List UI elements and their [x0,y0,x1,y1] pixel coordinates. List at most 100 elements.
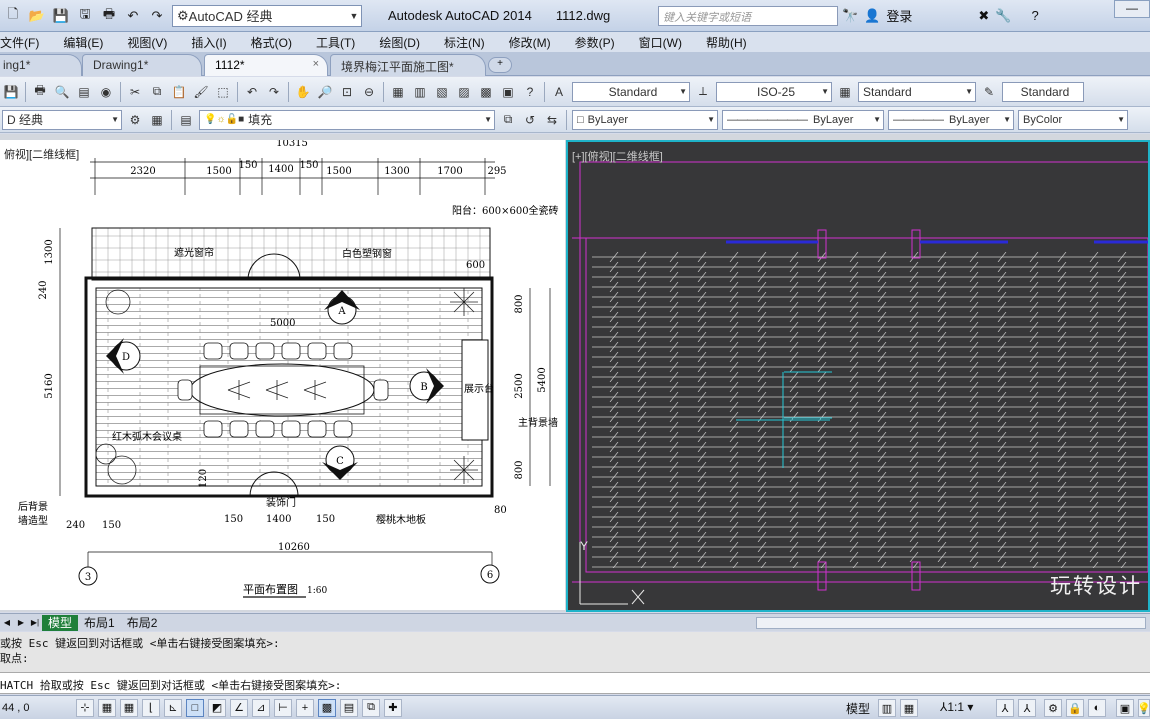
auto-scale-icon[interactable]: ⅄ [1018,699,1036,717]
markup-icon[interactable]: ▩ [476,82,496,102]
tab-1112[interactable]: 1112* × [204,54,328,76]
new-tab-button[interactable]: + [488,57,512,73]
3d-osnap-icon[interactable]: ◩ [208,698,226,717]
menu-tools[interactable]: 工具(T) [300,34,363,51]
dim-style-select[interactable]: ISO-25 ▼ [716,81,832,102]
preview-icon[interactable]: 🔍 [52,82,72,102]
new-file-icon[interactable]: 🗋 [2,5,24,27]
properties-icon[interactable]: ▦ [388,82,408,102]
isolate-objects-icon[interactable]: ◐ [1088,699,1106,717]
paste-icon[interactable]: 📋 [169,82,189,102]
save-as-icon[interactable]: 🖫 [74,5,96,27]
color-select[interactable]: □ ByLayer ▼ [572,109,718,130]
layer-manager-icon[interactable]: ▤ [176,110,196,130]
tab-jingjie[interactable]: 境界梅江平面施工图* [330,54,486,76]
workspace-select[interactable]: ⚙ AutoCAD 经典 ▼ [172,4,362,27]
workspace-switch-icon[interactable]: ⚙ [1044,699,1062,717]
3d-dwf-icon[interactable]: ◉ [96,82,116,102]
copy-icon[interactable]: ⧉ [147,82,167,102]
transparency-icon[interactable]: ▩ [318,698,336,717]
tab-layout2[interactable]: 布局2 [121,615,164,631]
lineweight-select[interactable]: ————— ByLayer ▼ [888,109,1014,130]
first-tab-icon[interactable]: ◀ [0,618,14,627]
undo-icon[interactable]: ↶ [122,5,144,27]
clean-screen-icon[interactable]: ▣ [1116,699,1134,717]
toolbar-lock-icon[interactable]: 🔒 [1066,699,1084,717]
layer-states-icon[interactable]: ▦ [147,110,167,130]
menu-insert[interactable]: 插入(I) [175,34,234,51]
menu-window[interactable]: 窗口(W) [623,34,690,51]
table-style-select[interactable]: Standard ▼ [858,81,976,102]
redo-icon[interactable]: ↷ [146,5,168,27]
menu-help[interactable]: 帮助(H) [690,34,755,51]
make-current-icon[interactable]: ⧉ [498,110,518,130]
ortho-icon[interactable]: ⌊ [142,698,160,717]
design-center-icon[interactable]: ▥ [410,82,430,102]
help-icon[interactable]: ? [520,82,540,102]
match-properties-icon[interactable]: 🖌 [191,82,211,102]
lightbulb-icon[interactable]: 💡 [1137,699,1150,717]
quick-view-drawings-icon[interactable]: ▦ [900,699,918,717]
calculator-icon[interactable]: ▣ [498,82,518,102]
model-space-toggle[interactable]: 模型 [846,700,870,717]
help-button[interactable]: ? [1031,8,1038,23]
minimize-button[interactable]: — [1114,0,1150,18]
save-icon[interactable]: 💾 [1,82,21,102]
user-icon[interactable]: 👤 [864,8,880,24]
open-file-icon[interactable]: 📂 [26,5,48,27]
zoom-realtime-icon[interactable]: 🔎 [315,82,335,102]
block-editor-icon[interactable]: ⬚ [213,82,233,102]
viewport-left[interactable]: 俯视][二维线框] 10315 2320 1500 150 1400 150 1… [0,140,565,610]
viewport-right[interactable]: Y [+][俯视][二维线框] 玩转设计 [566,140,1150,612]
annotation-monitor-icon[interactable]: ✚ [384,698,402,717]
tab-model[interactable]: 模型 [42,614,79,631]
annotation-visibility-icon[interactable]: ⅄ [996,699,1014,717]
menu-file[interactable]: 文件(F) [0,34,47,51]
layer-select[interactable]: 💡 ☼ 🔓 ■ 填充 ▼ [199,109,495,130]
lineweight-icon[interactable]: + [296,698,314,717]
plotstyle-select[interactable]: ByColor ▼ [1018,109,1128,130]
print-icon[interactable]: 🖶 [98,5,120,27]
next-tab-icon[interactable]: ▶ [14,618,28,627]
text-style-select[interactable]: Standard ▼ [572,81,690,102]
last-tab-icon[interactable]: ▶| [28,618,42,627]
ducs-icon[interactable]: ⊿ [252,698,270,717]
undo-icon[interactable]: ↶ [242,82,262,102]
zoom-window-icon[interactable]: ⊡ [337,82,357,102]
grid-icon[interactable]: ▦ [120,698,138,717]
tab-drawing1[interactable]: Drawing1* [82,54,202,76]
menu-format[interactable]: 格式(O) [235,34,300,51]
login-button[interactable]: 登录 [886,6,912,25]
quick-view-layouts-icon[interactable]: ▥ [878,699,896,717]
app-store-icon[interactable]: 🔧 [995,8,1011,24]
tab-layout1[interactable]: 布局1 [78,615,121,631]
quick-properties-icon[interactable]: ▤ [340,698,358,717]
search-input[interactable]: 键入关键字或短语 [658,6,838,26]
viewport-label[interactable]: [+][俯视][二维线框] [572,148,663,164]
osnap-icon[interactable]: □ [186,698,204,717]
selection-cycling-icon[interactable]: ⧉ [362,698,380,717]
save-icon[interactable]: 💾 [50,5,72,27]
linetype-select[interactable]: ———————— ByLayer ▼ [722,109,884,130]
otrack-icon[interactable]: ∠ [230,698,248,717]
menu-parametric[interactable]: 参数(P) [559,34,623,51]
menu-draw[interactable]: 绘图(D) [363,34,428,51]
menu-modify[interactable]: 修改(M) [493,34,559,51]
gear-icon[interactable]: ⚙ [125,110,145,130]
layer-match-icon[interactable]: ⇆ [542,110,562,130]
exchange-icon[interactable]: ✖ [978,8,989,24]
mleader-style-select[interactable]: Standard [1002,81,1084,102]
snap-icon[interactable]: ▦ [98,698,116,717]
horizontal-scrollbar[interactable] [756,617,1146,629]
workspace-select[interactable]: D 经典 ▼ [2,109,122,130]
command-input[interactable]: HATCH 拾取或按 Esc 键返回到对话框或 <单击右键接受图案填充>: [0,672,1150,694]
plot-icon[interactable]: 🖶 [30,82,50,102]
layer-previous-icon[interactable]: ↺ [520,110,540,130]
redo-icon[interactable]: ↷ [264,82,284,102]
dyn-icon[interactable]: ⊢ [274,698,292,717]
cut-icon[interactable]: ✂ [125,82,145,102]
zoom-previous-icon[interactable]: ⊖ [359,82,379,102]
tab-drawing-partial[interactable]: ing1* [0,54,82,76]
infer-constraints-icon[interactable]: ⊹ [76,698,94,717]
publish-icon[interactable]: ▤ [74,82,94,102]
